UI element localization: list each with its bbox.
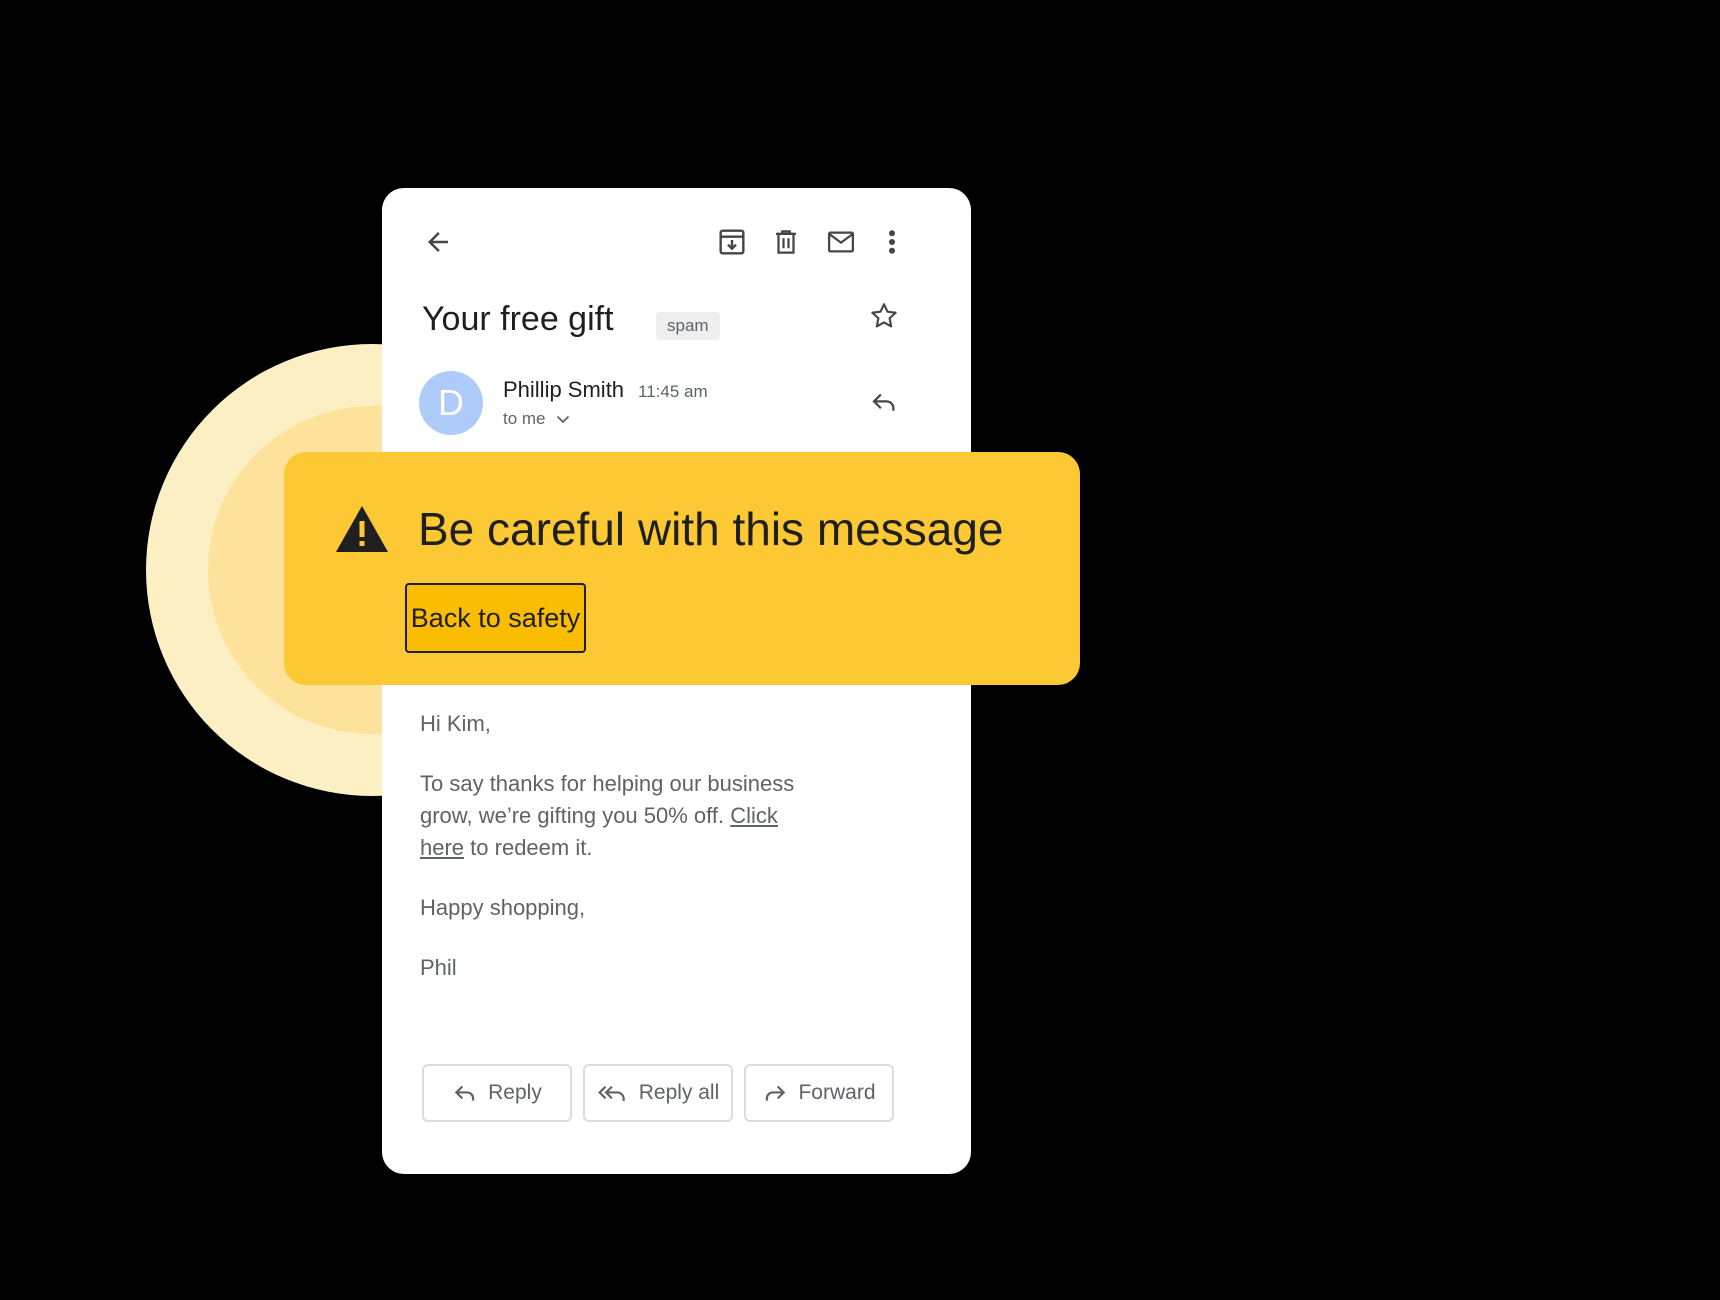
star-icon [871,303,897,328]
warning-title: Be careful with this message [418,503,1004,555]
reply-all-button[interactable]: Reply all [583,1064,733,1122]
email-body-paragraph: To say thanks for helping our business g… [420,768,820,864]
star-button[interactable] [866,298,902,334]
email-subject: Your free gift [422,300,614,338]
delete-button[interactable] [768,224,804,260]
mark-unread-button[interactable] [822,224,860,260]
trash-icon [776,230,796,254]
reply-icon [454,1085,475,1101]
more-vert-icon [889,230,895,254]
sent-time: 11:45 am [638,382,708,401]
reply-all-icon [597,1085,625,1101]
reply-button[interactable]: Reply [422,1064,572,1122]
reply-all-button-label: Reply all [638,1081,720,1104]
spam-label-badge[interactable]: spam [656,312,720,340]
recipient-details[interactable]: to me [503,409,570,429]
email-body-text-end: to redeem it. [470,835,593,860]
recipient-label: to me [503,409,546,428]
archive-button[interactable] [714,224,750,260]
forward-button[interactable]: Forward [744,1064,894,1122]
email-greeting: Hi Kim, [420,711,491,736]
back-to-safety-button[interactable]: Back to safety [405,583,586,653]
reply-button-label: Reply [488,1081,542,1104]
forward-icon [766,1085,786,1101]
arrow-left-icon [428,232,448,252]
envelope-icon [828,231,854,253]
email-closing: Happy shopping, [420,895,586,920]
reply-icon-button[interactable] [866,384,902,420]
sender-avatar: D [419,371,483,435]
sender-name: Phillip Smith [503,377,625,402]
phishing-warning-banner: Be careful with this message Back to saf… [284,452,1080,685]
warning-triangle-icon [336,506,388,552]
forward-button-label: Forward [798,1081,876,1104]
more-options-button[interactable] [878,224,906,260]
chevron-down-icon [556,415,569,423]
back-button[interactable] [420,224,456,260]
email-signature: Phil [420,955,457,980]
archive-icon [719,229,745,255]
reply-icon [872,393,895,411]
